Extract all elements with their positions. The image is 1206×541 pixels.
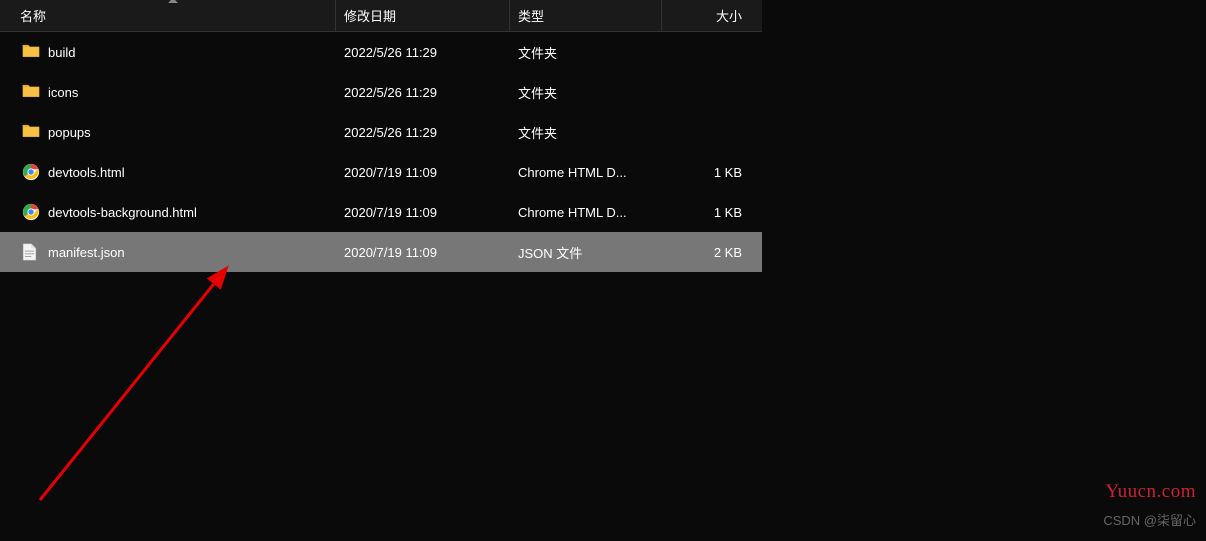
header-date[interactable]: 修改日期 <box>336 0 510 31</box>
file-row[interactable]: manifest.json 2020/7/19 11:09JSON 文件2 KB <box>0 232 762 272</box>
header-name[interactable]: 名称 <box>0 0 336 31</box>
file-name: devtools-background.html <box>48 205 197 220</box>
file-row[interactable]: devtools-background.html 2020/7/19 11:09C… <box>0 192 762 232</box>
file-date: 2022/5/26 11:29 <box>336 112 510 152</box>
file-name: icons <box>48 85 78 100</box>
file-date: 2020/7/19 11:09 <box>336 232 510 272</box>
file-name: popups <box>48 125 91 140</box>
file-icon <box>22 243 40 261</box>
file-type: 文件夹 <box>510 32 662 72</box>
file-list: 名称 修改日期 类型 大小 build2022/5/26 11:29文件夹ico… <box>0 0 762 272</box>
sort-indicator-icon <box>168 0 178 3</box>
file-name: devtools.html <box>48 165 125 180</box>
file-row[interactable]: popups 2022/5/26 11:29文件夹 <box>0 112 762 152</box>
file-row[interactable]: icons 2022/5/26 11:29文件夹 <box>0 72 762 112</box>
header-size[interactable]: 大小 <box>662 0 762 31</box>
file-name: build <box>48 45 75 60</box>
watermark-csdn: CSDN @柒留心 <box>1103 510 1196 529</box>
file-type: Chrome HTML D... <box>510 152 662 192</box>
folder-icon <box>22 123 40 141</box>
file-size <box>662 32 762 72</box>
file-size: 1 KB <box>662 192 762 232</box>
annotation-arrow-icon <box>30 260 280 510</box>
file-date: 2020/7/19 11:09 <box>336 152 510 192</box>
header-type[interactable]: 类型 <box>510 0 662 31</box>
file-row[interactable]: build 2022/5/26 11:29文件夹 <box>0 32 762 72</box>
folder-icon <box>22 83 40 101</box>
file-size <box>662 72 762 112</box>
chrome-icon <box>22 163 40 181</box>
file-size: 2 KB <box>662 232 762 272</box>
file-date: 2020/7/19 11:09 <box>336 192 510 232</box>
file-date: 2022/5/26 11:29 <box>336 72 510 112</box>
column-headers: 名称 修改日期 类型 大小 <box>0 0 762 32</box>
file-size <box>662 112 762 152</box>
file-type: Chrome HTML D... <box>510 192 662 232</box>
file-type: JSON 文件 <box>510 232 662 272</box>
file-date: 2022/5/26 11:29 <box>336 32 510 72</box>
file-row[interactable]: devtools.html 2020/7/19 11:09Chrome HTML … <box>0 152 762 192</box>
watermark-yuucn: Yuucn.com <box>1105 481 1196 503</box>
folder-icon <box>22 43 40 61</box>
file-type: 文件夹 <box>510 72 662 112</box>
chrome-icon <box>22 203 40 221</box>
file-name: manifest.json <box>48 245 125 260</box>
file-size: 1 KB <box>662 152 762 192</box>
file-type: 文件夹 <box>510 112 662 152</box>
